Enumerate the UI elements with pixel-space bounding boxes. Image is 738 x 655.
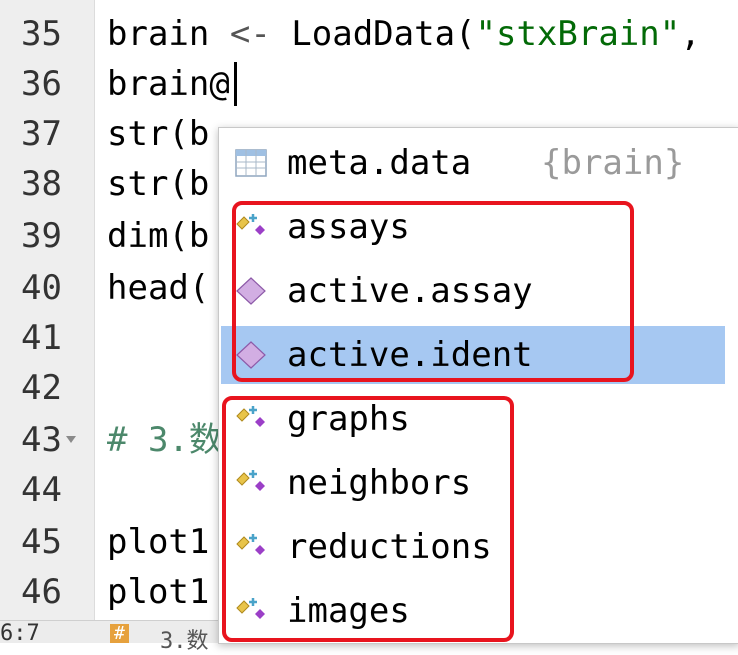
line-number: 37 bbox=[21, 114, 62, 154]
code-line-46[interactable]: plot1 bbox=[107, 572, 209, 612]
completion-item-meta-data[interactable]: meta.data {brain} bbox=[221, 134, 725, 192]
completion-source: {brain} bbox=[541, 143, 685, 183]
code-line-45[interactable]: plot1 bbox=[107, 522, 209, 562]
completion-label: graphs bbox=[287, 399, 410, 439]
section-label[interactable]: 3.数 bbox=[160, 623, 209, 655]
line-number: 45 bbox=[21, 522, 62, 562]
string-literal: "stxBrain" bbox=[475, 14, 681, 54]
completion-item-active-assay[interactable]: active.assay bbox=[221, 262, 725, 320]
line-number: 44 bbox=[21, 470, 62, 510]
slot-diamond-icon bbox=[236, 277, 266, 305]
completion-item-graphs[interactable]: graphs bbox=[221, 390, 725, 448]
line-number: 39 bbox=[21, 216, 62, 256]
line-number: 40 bbox=[21, 268, 62, 308]
completion-label: meta.data bbox=[287, 143, 472, 183]
completion-label: active.ident bbox=[287, 335, 533, 375]
text-cursor bbox=[234, 62, 237, 106]
completion-item-assays[interactable]: assays bbox=[221, 198, 725, 256]
line-number: 38 bbox=[21, 164, 62, 204]
slot-list-icon bbox=[236, 406, 265, 427]
line-number-gutter: 35 36 37 38 39 40 41 42 43 44 45 46 bbox=[0, 0, 95, 620]
slot-list-icon bbox=[236, 598, 265, 619]
code-line-36[interactable]: brain@ bbox=[107, 64, 230, 104]
line-number: 46 bbox=[21, 572, 62, 612]
completion-item-images[interactable]: images bbox=[221, 582, 725, 640]
code-line-35[interactable]: brain <- LoadData("stxBrain", bbox=[107, 14, 701, 54]
line-number: 41 bbox=[21, 318, 62, 358]
code-punctuation: , bbox=[680, 14, 701, 54]
completion-item-reductions[interactable]: reductions bbox=[221, 518, 725, 576]
autocomplete-popup[interactable]: meta.data {brain} assays active.assay ac… bbox=[218, 127, 738, 644]
completion-label: reductions bbox=[287, 527, 492, 567]
slot-list-icon bbox=[236, 214, 265, 235]
slot-list-icon bbox=[236, 470, 265, 491]
completion-label: images bbox=[287, 591, 410, 631]
line-number: 43 bbox=[21, 420, 62, 460]
slot-diamond-icon bbox=[236, 341, 266, 369]
completion-item-neighbors[interactable]: neighbors bbox=[221, 454, 725, 512]
assign-operator: <- bbox=[229, 14, 271, 54]
code-identifier: brain bbox=[107, 14, 210, 54]
line-number: 36 bbox=[21, 64, 62, 104]
code-line-37[interactable]: str(b bbox=[107, 114, 209, 154]
completion-label: assays bbox=[287, 207, 410, 247]
code-line-38[interactable]: str(b bbox=[107, 164, 209, 204]
line-number: 35 bbox=[21, 14, 62, 54]
slot-list-icon bbox=[236, 534, 265, 555]
completion-item-active-ident[interactable]: active.ident bbox=[221, 326, 725, 384]
code-line-40[interactable]: head( bbox=[107, 268, 209, 308]
completion-label: active.assay bbox=[287, 271, 533, 311]
function-call: LoadData( bbox=[291, 14, 476, 54]
completion-label: neighbors bbox=[287, 463, 472, 503]
section-badge[interactable]: # bbox=[110, 624, 129, 643]
table-icon bbox=[235, 149, 267, 177]
code-line-43[interactable]: # 3.数 bbox=[107, 420, 223, 460]
code-line-39[interactable]: dim(b bbox=[107, 216, 209, 256]
fold-toggle-icon[interactable] bbox=[66, 436, 76, 443]
line-number: 42 bbox=[21, 368, 62, 408]
